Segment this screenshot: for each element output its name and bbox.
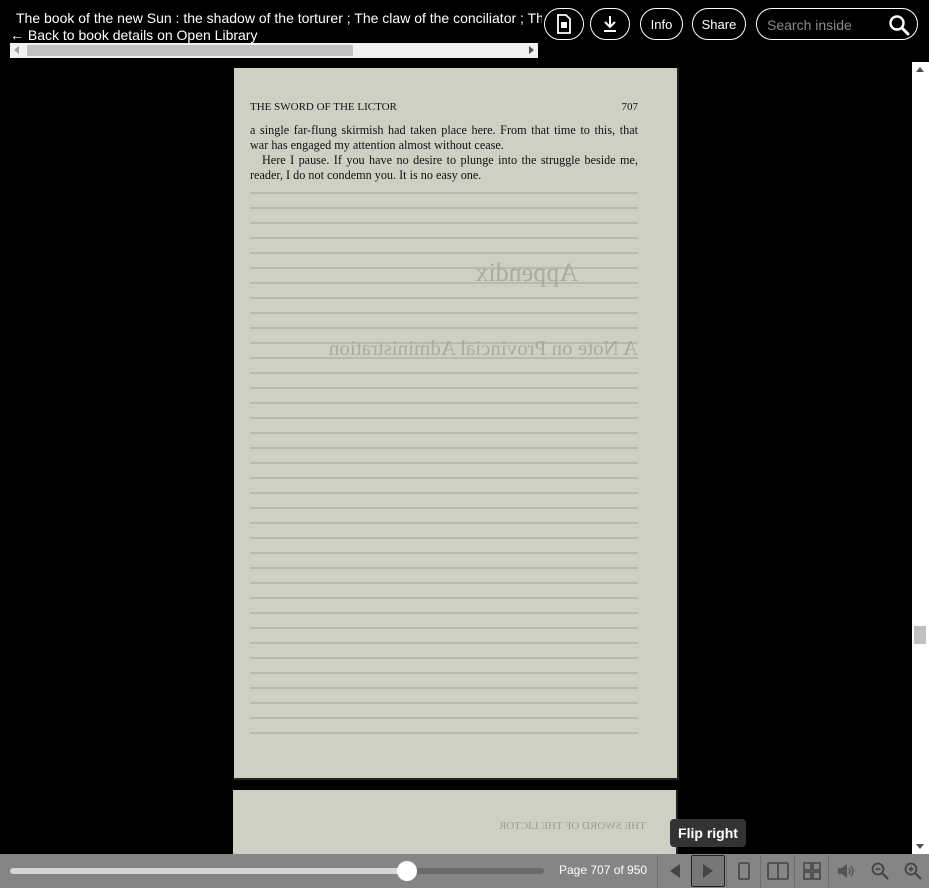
read-aloud-button[interactable]	[829, 855, 863, 887]
flip-left-icon	[670, 864, 680, 878]
scroll-right-arrow-icon[interactable]	[529, 46, 534, 54]
paragraph: a single far-flung skirmish had taken pl…	[250, 123, 638, 152]
bleed-through-subheading: A Note on Provincial Administration	[328, 336, 638, 360]
flip-right-icon	[703, 864, 713, 878]
share-button[interactable]: Share	[692, 8, 746, 40]
flip-right-tooltip: Flip right	[670, 819, 746, 847]
pdf-file-icon	[557, 14, 571, 34]
pdf-button[interactable]	[544, 8, 584, 40]
scroll-left-arrow-icon[interactable]	[14, 46, 19, 54]
zoom-in-button[interactable]	[896, 855, 929, 887]
download-button[interactable]	[590, 8, 630, 40]
search-icon[interactable]	[888, 14, 910, 36]
scrollbar-thumb[interactable]	[27, 45, 353, 56]
next-book-page: THE SWORD OF THE LICTOR	[233, 790, 678, 854]
page-indicator: Page 707 of 950	[559, 863, 648, 877]
zoom-out-button[interactable]	[863, 855, 897, 887]
page-text: a single far-flung skirmish had taken pl…	[250, 123, 638, 183]
back-to-book-details-link[interactable]: ← Back to book details on Open Library	[10, 27, 257, 43]
bottom-nav-bar: Page 707 of 950	[0, 854, 929, 888]
book-reader: The book of the new Sun : the shadow of …	[0, 0, 929, 888]
two-page-view-button[interactable]	[761, 855, 795, 887]
bleed-through-heading: Appendix	[475, 258, 578, 287]
read-aloud-icon	[838, 864, 854, 878]
one-page-view-button[interactable]	[727, 855, 761, 887]
paragraph: Here I pause. If you have no desire to p…	[250, 153, 638, 182]
scroll-down-arrow-icon[interactable]	[916, 844, 924, 849]
flip-right-button[interactable]	[691, 855, 725, 887]
scrollbar-thumb[interactable]	[914, 626, 926, 644]
running-head: THE SWORD OF THE LICTOR	[250, 101, 397, 113]
info-button[interactable]: Info	[640, 8, 683, 40]
thumbnail-view-icon	[803, 862, 821, 880]
next-page-running-head: THE SWORD OF THE LICTOR	[499, 820, 646, 832]
zoom-in-icon	[904, 862, 922, 880]
scroll-up-arrow-icon[interactable]	[916, 67, 924, 72]
page-slider-handle[interactable]	[397, 861, 417, 881]
page-number: 707	[621, 101, 639, 113]
title-horizontal-scrollbar[interactable]	[10, 43, 538, 58]
search-inside-box	[756, 8, 918, 40]
page-slider-fill	[10, 868, 407, 874]
zoom-out-icon	[871, 862, 889, 880]
two-page-view-icon	[767, 862, 789, 880]
book-title: The book of the new Sun : the shadow of …	[16, 10, 542, 26]
viewer-vertical-scrollbar[interactable]	[912, 62, 929, 854]
flip-left-button[interactable]	[658, 855, 692, 887]
search-input[interactable]	[767, 15, 887, 35]
thumbnail-view-button[interactable]	[795, 855, 829, 887]
top-bar: The book of the new Sun : the shadow of …	[0, 0, 929, 62]
one-page-view-icon	[738, 862, 750, 880]
page-running-header: THE SWORD OF THE LICTOR 707	[250, 101, 638, 113]
page-slider[interactable]	[10, 861, 544, 881]
book-page: THE SWORD OF THE LICTOR 707 a single far…	[234, 68, 679, 780]
page-viewer[interactable]: THE SWORD OF THE LICTOR 707 a single far…	[0, 62, 912, 854]
download-icon	[604, 16, 616, 32]
